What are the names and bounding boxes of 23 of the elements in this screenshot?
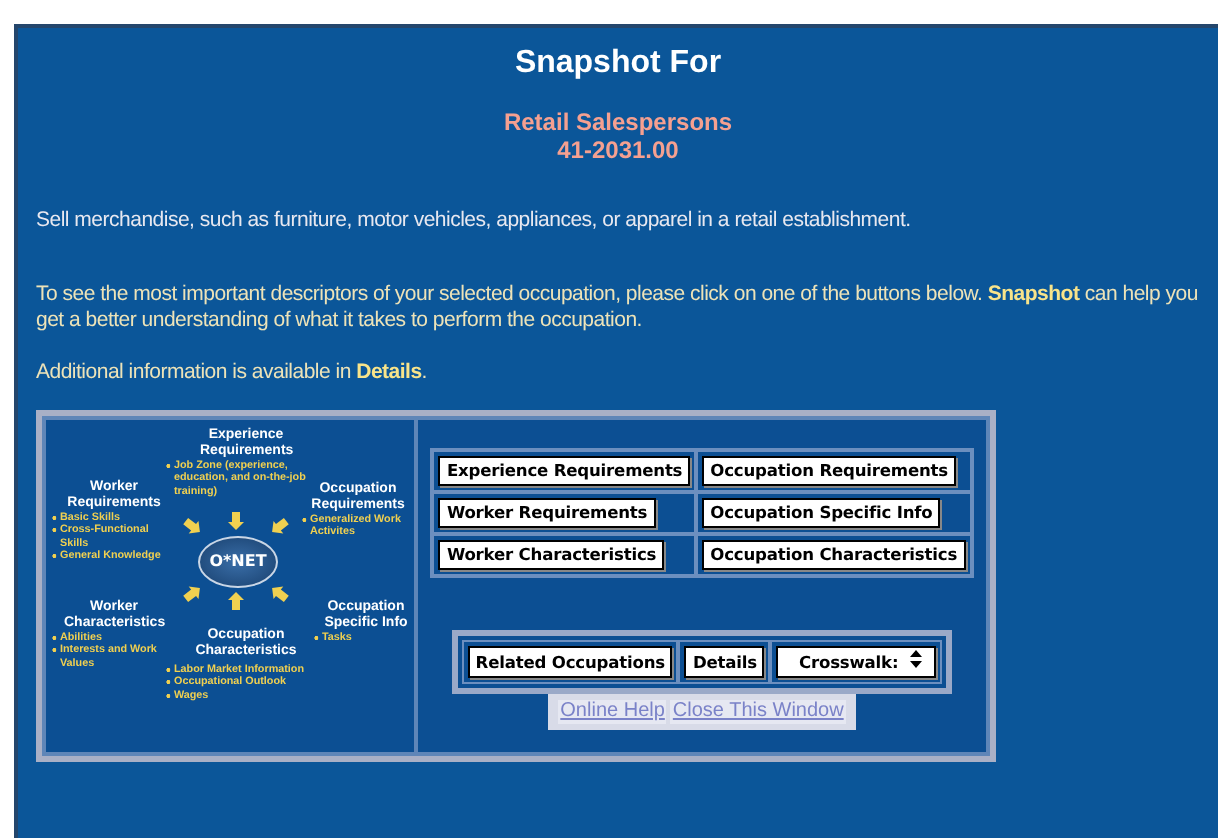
section-button[interactable]: Worker Characteristics [438, 540, 665, 570]
section-button[interactable]: Worker Requirements [438, 498, 656, 528]
arrow-icon [272, 517, 289, 534]
section-button[interactable]: Occupation Characteristics [702, 540, 966, 570]
up-down-arrows-icon [910, 650, 923, 668]
nav-button[interactable]: Details [684, 646, 765, 678]
additional-info: Additional information is available in Details. [36, 360, 429, 386]
arrow-icon [228, 592, 244, 610]
nav-button[interactable]: Related Occupations [467, 646, 673, 678]
occupation-code: 41-2031.00 [555, 136, 681, 164]
arrow-icon [183, 517, 200, 534]
page-title: Snapshot For [512, 44, 724, 84]
arrow-icon [228, 512, 244, 530]
instructions: To see the most important descriptors of your selected occupation, please click on one of the buttons below. Snapshot can help you get a better understanding of what it takes to perform the occupation. [36, 282, 1200, 334]
arrow-icon [272, 586, 289, 603]
description: Sell merchandise, such as furniture, motor vehicles, appliances, or apparel in a retail establishment. [36, 208, 913, 234]
logo: O*NET [198, 536, 278, 588]
crosswalk-dropdown[interactable]: Crosswalk: [776, 646, 937, 678]
arrow-icon [183, 586, 200, 603]
section-button[interactable]: Occupation Specific Info [702, 498, 941, 528]
section-button[interactable]: Experience Requirements [438, 456, 691, 486]
section-button[interactable]: Occupation Requirements [702, 456, 957, 486]
occupation-title: Retail Salespersons [501, 108, 735, 136]
